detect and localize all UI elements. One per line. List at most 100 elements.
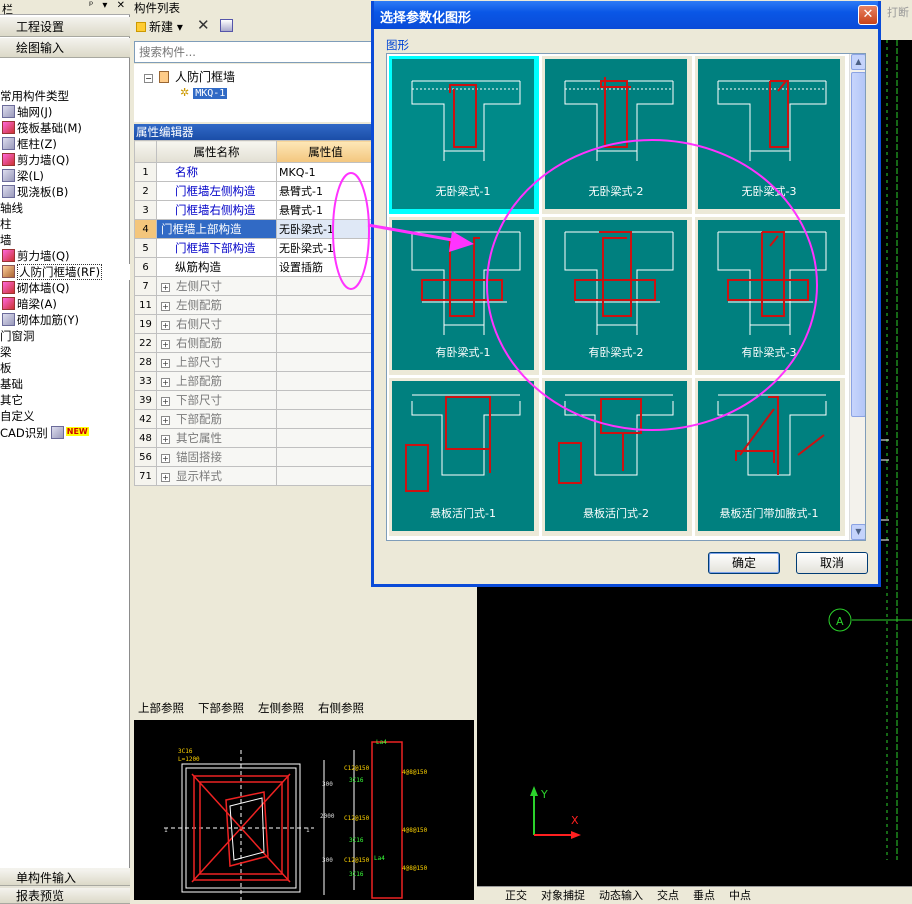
property-value[interactable]: 设置插筋	[276, 257, 375, 277]
collapse-icon[interactable]: −	[144, 74, 153, 83]
project-settings-button[interactable]: 工程设置	[0, 17, 130, 37]
property-value[interactable]: 悬臂式-1	[276, 181, 375, 201]
property-value[interactable]	[276, 314, 375, 334]
tree-item[interactable]: 其它	[0, 392, 130, 408]
tab-left-reference[interactable]: 左侧参照	[258, 701, 304, 715]
property-value[interactable]	[276, 371, 375, 391]
tree-item[interactable]: 暗梁(A)	[0, 296, 130, 312]
tree-item[interactable]: 剪力墙(Q)	[0, 152, 130, 168]
property-row[interactable]: 2 门框墙左侧构造 悬臂式-1	[134, 181, 375, 201]
dialog-title-bar[interactable]: 选择参数化图形 ✕	[374, 1, 878, 29]
shape-option[interactable]: 有卧梁式-2	[542, 217, 692, 375]
property-row[interactable]: 33 + 上部配筋	[134, 371, 375, 391]
property-value[interactable]	[276, 447, 375, 467]
status-toggle[interactable]: 动态输入	[599, 889, 643, 902]
property-row[interactable]: 71 + 显示样式	[134, 466, 375, 486]
property-value[interactable]	[276, 409, 375, 429]
expand-icon[interactable]: +	[161, 359, 170, 368]
tree-item[interactable]: CAD识别 NEW	[0, 424, 130, 440]
tree-item[interactable]: 板	[0, 360, 130, 376]
tree-item[interactable]: 墙	[0, 232, 130, 248]
shape-option[interactable]: 有卧梁式-3	[695, 217, 845, 375]
status-toggle[interactable]: 中点	[729, 889, 751, 902]
shape-grid-scrollbar[interactable]: ▲ ▼	[849, 54, 865, 540]
property-row[interactable]: 5 门框墙下部构造 无卧梁式-1	[134, 238, 375, 258]
expand-icon[interactable]: +	[161, 473, 170, 482]
expand-icon[interactable]: +	[161, 416, 170, 425]
break-button[interactable]: 打断	[887, 4, 909, 20]
component-tree-item[interactable]: ✲ MKQ-1	[180, 86, 228, 99]
tree-item[interactable]: 砌体加筋(Y)	[0, 312, 130, 328]
property-value[interactable]: MKQ-1	[276, 162, 375, 182]
property-row[interactable]: 42 + 下部配筋	[134, 409, 375, 429]
property-row[interactable]: 39 + 下部尺寸	[134, 390, 375, 410]
tree-item[interactable]: 轴线	[0, 200, 130, 216]
tree-item[interactable]: 剪力墙(Q)	[0, 248, 130, 264]
tree-item[interactable]: 现浇板(B)	[0, 184, 130, 200]
tree-item[interactable]: 自定义	[0, 408, 130, 424]
copy-icon[interactable]	[220, 19, 233, 32]
status-toggle[interactable]: 交点	[657, 889, 679, 902]
expand-icon[interactable]: +	[161, 340, 170, 349]
expand-icon[interactable]: +	[161, 302, 170, 311]
shape-option[interactable]: 悬板活门带加腋式-1	[695, 378, 845, 536]
scroll-down-icon[interactable]: ▼	[851, 524, 865, 540]
property-value[interactable]	[276, 428, 375, 448]
shape-option[interactable]: 无卧梁式-1	[389, 56, 539, 214]
tree-item[interactable]: 基础	[0, 376, 130, 392]
expand-icon[interactable]: +	[161, 283, 170, 292]
property-row[interactable]: 7 + 左侧尺寸	[134, 276, 375, 296]
tree-item[interactable]: 门窗洞	[0, 328, 130, 344]
scroll-up-icon[interactable]: ▲	[851, 54, 865, 70]
tree-item[interactable]: 砌体墙(Q)	[0, 280, 130, 296]
panel-pin-close-buttons[interactable]: ᵖ ▾ ✕	[89, 0, 128, 11]
shape-option[interactable]: 悬板活门式-1	[389, 378, 539, 536]
shape-option[interactable]: 悬板活门式-2	[542, 378, 692, 536]
tree-item[interactable]: 梁	[0, 344, 130, 360]
component-search-input[interactable]	[134, 41, 374, 63]
shape-option[interactable]: 无卧梁式-3	[695, 56, 845, 214]
tree-item[interactable]: 筏板基础(M)	[0, 120, 130, 136]
component-tree-parent[interactable]: − 人防门框墙	[144, 68, 235, 85]
report-preview-button[interactable]: 报表预览	[0, 888, 130, 904]
tab-bottom-reference[interactable]: 下部参照	[198, 701, 244, 715]
tree-item[interactable]: 轴网(J)	[0, 104, 130, 120]
property-value[interactable]	[276, 466, 375, 486]
status-toggle[interactable]: 对象捕捉	[541, 889, 585, 902]
ok-button[interactable]: 确定	[708, 552, 780, 574]
tree-item[interactable]: 常用构件类型	[0, 88, 130, 104]
expand-icon[interactable]: +	[161, 454, 170, 463]
property-row[interactable]: 3 门框墙右侧构造 悬臂式-1	[134, 200, 375, 220]
property-value[interactable]: 无卧梁式-1	[276, 219, 375, 239]
property-row[interactable]: 48 + 其它属性	[134, 428, 375, 448]
property-value[interactable]	[276, 295, 375, 315]
property-row[interactable]: 11 + 左侧配筋	[134, 295, 375, 315]
property-row[interactable]: 1 名称 MKQ-1	[134, 162, 375, 182]
scroll-thumb[interactable]	[851, 72, 865, 417]
property-value[interactable]	[276, 390, 375, 410]
expand-icon[interactable]: +	[161, 435, 170, 444]
cancel-button[interactable]: 取消	[796, 552, 868, 574]
drawing-input-button[interactable]: 绘图输入	[0, 38, 130, 58]
shape-option[interactable]: 有卧梁式-1	[389, 217, 539, 375]
tab-right-reference[interactable]: 右侧参照	[318, 701, 364, 715]
property-row[interactable]: 22 + 右侧配筋	[134, 333, 375, 353]
property-value[interactable]: 无卧梁式-1	[276, 238, 375, 258]
property-value[interactable]	[276, 276, 375, 296]
tree-item[interactable]: 柱	[0, 216, 130, 232]
tree-item[interactable]: 人防门框墙(RF)	[0, 264, 130, 280]
property-row[interactable]: 6 纵筋构造 设置插筋	[134, 257, 375, 277]
new-component-button[interactable]: 新建 ▾	[136, 18, 183, 36]
close-icon[interactable]: ✕	[858, 5, 878, 25]
expand-icon[interactable]: +	[161, 378, 170, 387]
status-toggle[interactable]: 垂点	[693, 889, 715, 902]
property-row[interactable]: 56 + 锚固搭接	[134, 447, 375, 467]
expand-icon[interactable]: +	[161, 321, 170, 330]
property-row[interactable]: 4 门框墙上部构造 无卧梁式-1	[134, 219, 375, 239]
property-row[interactable]: 19 + 右侧尺寸	[134, 314, 375, 334]
tree-item[interactable]: 框柱(Z)	[0, 136, 130, 152]
single-component-input-button[interactable]: 单构件输入	[0, 870, 130, 886]
property-value[interactable]: 悬臂式-1	[276, 200, 375, 220]
tree-item[interactable]: 梁(L)	[0, 168, 130, 184]
delete-icon[interactable]: ✕	[197, 16, 210, 34]
